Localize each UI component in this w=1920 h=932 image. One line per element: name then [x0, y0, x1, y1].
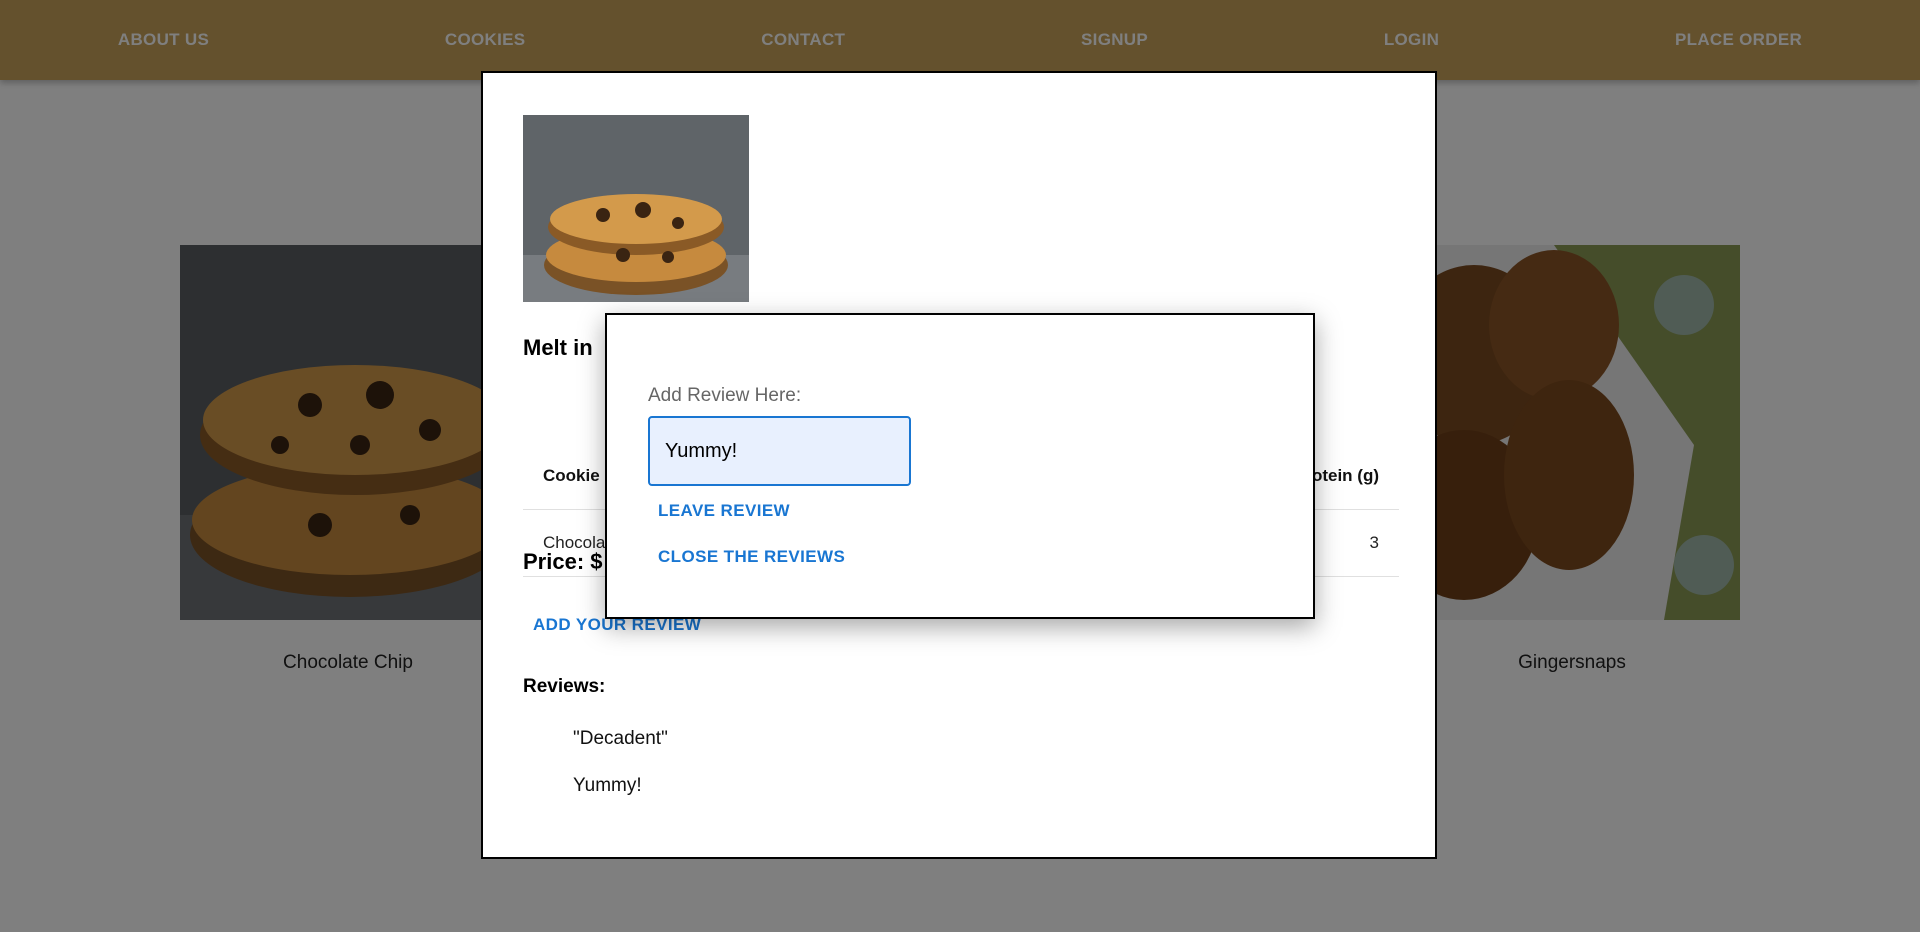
cookie-description: Melt in	[523, 335, 593, 360]
reviews-list: "Decadent" Yummy!	[573, 728, 668, 822]
cookie-price: Price: $	[523, 549, 603, 574]
cookie-detail-image	[523, 115, 749, 302]
close-reviews-button[interactable]: CLOSE THE REVIEWS	[658, 547, 845, 567]
reviews-heading: Reviews:	[523, 676, 606, 697]
list-item: Yummy!	[573, 775, 642, 796]
review-input[interactable]	[648, 416, 911, 486]
leave-review-button[interactable]: LEAVE REVIEW	[658, 501, 790, 521]
list-item: "Decadent"	[573, 728, 668, 749]
add-review-dialog: Add Review Here: LEAVE REVIEW CLOSE THE …	[605, 313, 1315, 619]
review-input-label: Add Review Here:	[648, 385, 802, 406]
page: ABOUT US COOKIES CONTACT SIGNUP LOGIN PL…	[0, 0, 1920, 932]
